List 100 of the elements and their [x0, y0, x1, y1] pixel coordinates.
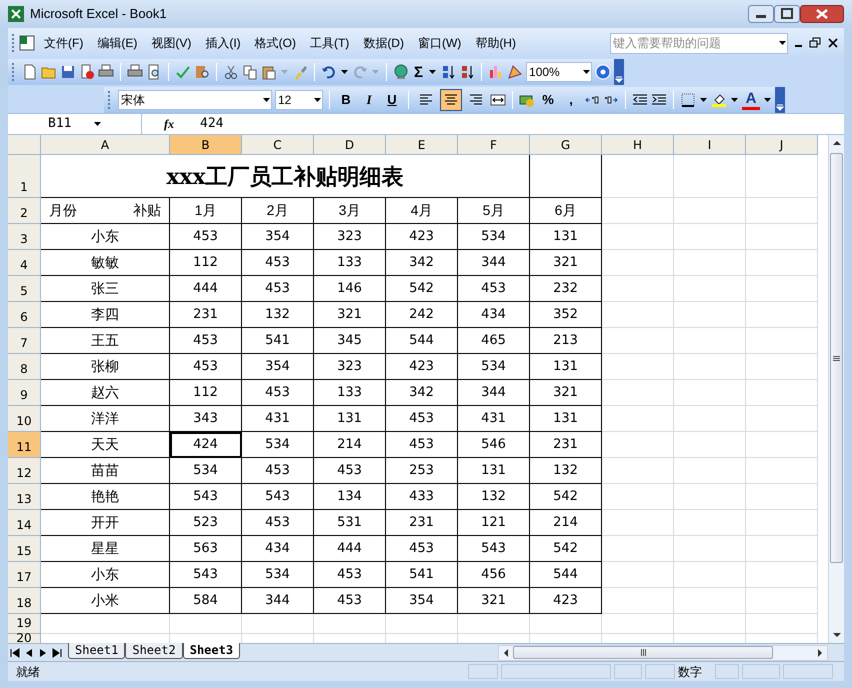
scroll-thumb[interactable]	[513, 646, 773, 659]
menu-item[interactable]: 插入(I)	[198, 34, 248, 52]
row-header[interactable]: 1	[8, 155, 41, 198]
sheet-tab[interactable]: Sheet1	[68, 642, 126, 658]
new-document-icon[interactable]	[22, 64, 38, 80]
table-cell: 453	[314, 458, 386, 484]
sort-descending-icon[interactable]	[459, 64, 476, 80]
menu-item[interactable]: 帮助(H)	[468, 34, 523, 52]
underline-button[interactable]: U	[382, 93, 402, 106]
font-size-field[interactable]: 12	[275, 90, 323, 110]
dropdown-caret-icon[interactable]	[314, 98, 321, 102]
dropdown-caret-icon[interactable]	[341, 70, 348, 74]
toolbar-options-icon[interactable]	[614, 59, 624, 85]
globe-link-icon[interactable]	[393, 64, 409, 80]
sort-ascending-icon[interactable]	[440, 64, 456, 80]
column-header[interactable]: F	[458, 135, 530, 155]
dropdown-caret-icon[interactable]	[263, 98, 270, 102]
help-search-field[interactable]: 键入需要帮助的问题	[610, 32, 788, 54]
scroll-thumb[interactable]	[830, 153, 843, 563]
undo-icon[interactable]	[321, 64, 337, 80]
column-header[interactable]: J	[746, 135, 818, 155]
row-header[interactable]: 20	[8, 634, 41, 643]
row-header[interactable]: 6	[8, 302, 41, 328]
dropdown-caret-icon[interactable]	[764, 98, 771, 102]
toolbar-options-icon[interactable]	[775, 86, 785, 112]
borders-icon[interactable]	[680, 92, 696, 108]
row-header[interactable]: 15	[8, 536, 41, 562]
row-header[interactable]: 17	[8, 562, 41, 588]
column-header[interactable]: G	[530, 135, 602, 155]
spreadsheet-menu-icon[interactable]	[19, 35, 37, 51]
close-icon[interactable]	[826, 37, 840, 49]
dropdown-caret-icon[interactable]	[94, 122, 101, 126]
column-header[interactable]: H	[602, 135, 674, 155]
merge-center-icon[interactable]	[490, 92, 506, 108]
column-header[interactable]: E	[386, 135, 458, 155]
spelling-check-icon[interactable]	[175, 64, 191, 80]
row-header[interactable]: 18	[8, 588, 41, 614]
column-header[interactable]: C	[242, 135, 314, 155]
minimize-icon[interactable]	[748, 5, 774, 23]
font-color-button[interactable]: A	[742, 90, 760, 110]
maximize-icon[interactable]	[774, 5, 800, 23]
column-header[interactable]: I	[674, 135, 746, 155]
row-header[interactable]: 14	[8, 510, 41, 536]
zoom-field[interactable]: 100%	[526, 62, 592, 82]
insert-function-button[interactable]: fx	[142, 115, 196, 133]
sheet-tab[interactable]: Sheet2	[125, 642, 183, 658]
row-header[interactable]: 7	[8, 328, 41, 354]
row-header[interactable]: 12	[8, 458, 41, 484]
italic-button[interactable]: I	[359, 93, 379, 106]
percent-style-button[interactable]: %	[538, 93, 558, 106]
row-header[interactable]: 9	[8, 380, 41, 406]
paste-icon[interactable]	[261, 64, 277, 80]
row-header[interactable]: 19	[8, 614, 41, 634]
restore-icon[interactable]	[808, 37, 822, 49]
column-header[interactable]: B	[170, 135, 242, 155]
font-name-field[interactable]: 宋体	[118, 90, 272, 110]
autosum-button[interactable]: Σ	[412, 64, 426, 80]
help-icon[interactable]	[595, 64, 612, 80]
row-header[interactable]: 10	[8, 406, 41, 432]
bold-button[interactable]: B	[336, 93, 356, 106]
close-icon[interactable]	[800, 5, 844, 23]
vertical-scrollbar[interactable]	[828, 135, 844, 643]
formula-value: 424	[199, 115, 224, 134]
dropdown-caret-icon[interactable]	[583, 70, 590, 74]
dropdown-caret-icon[interactable]	[779, 41, 786, 45]
brush-icon[interactable]	[292, 64, 308, 80]
horizontal-scrollbar[interactable]	[498, 644, 828, 660]
indent-icon[interactable]	[651, 92, 667, 108]
column-header[interactable]: A	[41, 135, 170, 155]
menu-item[interactable]: 数据(D)	[356, 34, 411, 52]
row-header[interactable]: 3	[8, 224, 41, 250]
table-cell: 544	[530, 562, 602, 588]
row-header[interactable]: 5	[8, 276, 41, 302]
fill-color-icon[interactable]	[711, 92, 727, 108]
dropdown-caret-icon[interactable]	[700, 98, 707, 102]
menu-item[interactable]: 文件(F)	[37, 34, 90, 52]
active-cell[interactable]: 424	[170, 432, 242, 458]
sheet-tab[interactable]: Sheet3	[182, 642, 240, 658]
row-header[interactable]: 11	[8, 432, 41, 458]
column-header[interactable]: D	[314, 135, 386, 155]
menu-item[interactable]: 视图(V)	[144, 34, 198, 52]
menu-item[interactable]: 窗口(W)	[410, 34, 468, 52]
menu-item[interactable]: 编辑(E)	[90, 34, 144, 52]
row-header[interactable]: 2	[8, 198, 41, 224]
table-cell: 146	[314, 276, 386, 302]
comma-style-button[interactable]: ,	[561, 93, 581, 106]
menu-item[interactable]: 工具(T)	[302, 34, 356, 52]
row-header[interactable]: 4	[8, 250, 41, 276]
table-cell: 艳艳	[41, 484, 170, 510]
last-sheet-icon[interactable]	[51, 646, 63, 658]
dropdown-caret-icon[interactable]	[731, 98, 738, 102]
row-header[interactable]: 13	[8, 484, 41, 510]
dropdown-caret-icon[interactable]	[429, 70, 436, 74]
row-header[interactable]: 8	[8, 354, 41, 380]
align-center-button[interactable]	[440, 88, 462, 110]
first-sheet-icon[interactable]	[9, 646, 21, 658]
scissors-icon[interactable]	[223, 64, 239, 80]
copy-icon[interactable]	[242, 64, 258, 80]
outdent-icon[interactable]	[632, 92, 648, 108]
menu-item[interactable]: 格式(O)	[248, 34, 303, 52]
